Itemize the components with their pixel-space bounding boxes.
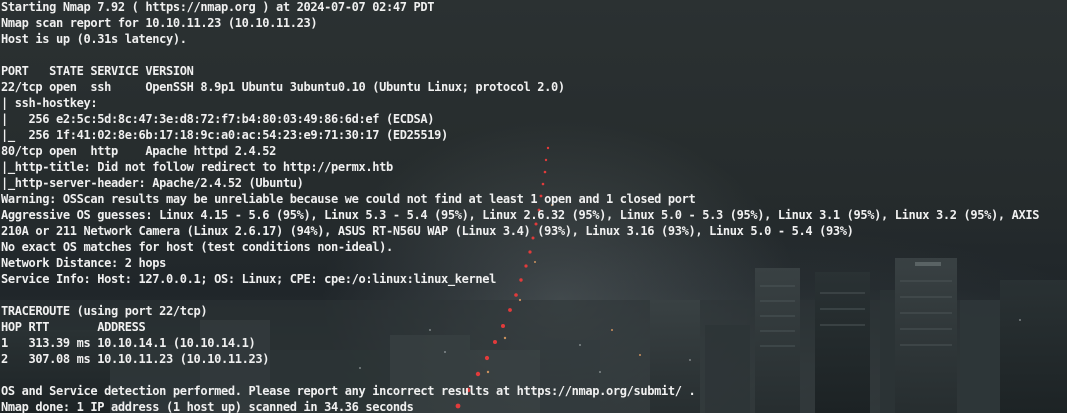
output-line: | ssh-hostkey: — [1, 96, 98, 110]
output-line: Service Info: Host: 127.0.0.1; OS: Linux… — [1, 272, 496, 286]
output-line: HOP RTT ADDRESS — [1, 320, 146, 334]
output-line: Nmap scan report for 10.10.11.23 (10.10.… — [1, 16, 318, 30]
output-line: 1 313.39 ms 10.10.14.1 (10.10.14.1) — [1, 336, 256, 350]
output-line: PORT STATE SERVICE VERSION — [1, 64, 194, 78]
output-line: Warning: OSScan results may be unreliabl… — [1, 192, 696, 206]
output-line: Nmap done: 1 IP address (1 host up) scan… — [1, 400, 414, 413]
output-line: |_ 256 1f:41:02:8e:6b:17:18:9c:a0:ac:54:… — [1, 128, 448, 142]
output-line: TRACEROUTE (using port 22/tcp) — [1, 304, 208, 318]
output-line: |_http-title: Did not follow redirect to… — [1, 160, 393, 174]
output-line: 80/tcp open http Apache httpd 2.4.52 — [1, 144, 276, 158]
output-line: |_http-server-header: Apache/2.4.52 (Ubu… — [1, 176, 304, 190]
output-line: Host is up (0.31s latency). — [1, 32, 187, 46]
output-line: No exact OS matches for host (test condi… — [1, 240, 393, 254]
output-line: OS and Service detection performed. Plea… — [1, 384, 696, 398]
output-line: 2 307.08 ms 10.10.11.23 (10.10.11.23) — [1, 352, 270, 366]
terminal-output[interactable]: Starting Nmap 7.92 ( https://nmap.org ) … — [1, 0, 1039, 413]
output-line: Starting Nmap 7.92 ( https://nmap.org ) … — [1, 0, 435, 14]
output-line: 210A or 211 Network Camera (Linux 2.6.17… — [1, 224, 854, 238]
terminal-window[interactable]: Starting Nmap 7.92 ( https://nmap.org ) … — [0, 0, 1067, 413]
output-line: 22/tcp open ssh OpenSSH 8.9p1 Ubuntu 3ub… — [1, 80, 565, 94]
output-line: | 256 e2:5c:5d:8c:47:3e:d8:72:f7:b4:80:0… — [1, 112, 435, 126]
output-line: Aggressive OS guesses: Linux 4.15 - 5.6 … — [1, 208, 1040, 222]
output-line: Network Distance: 2 hops — [1, 256, 166, 270]
